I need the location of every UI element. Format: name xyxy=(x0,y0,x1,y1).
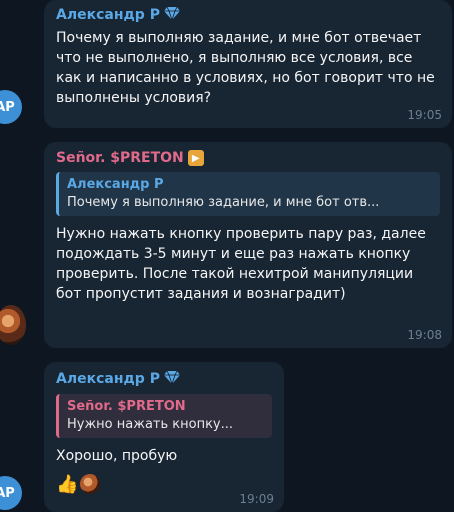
avatar-initials: АР xyxy=(0,99,15,115)
message-bubble[interactable]: Señor. $PRETON ▶ Александр Р Почему я вы… xyxy=(44,142,452,348)
diamond-verified-icon xyxy=(163,370,180,388)
diamond-verified-icon xyxy=(163,6,180,24)
boost-badge-icon: ▶ xyxy=(187,150,204,166)
message-time: 19:05 xyxy=(407,108,442,122)
message-text: Нужно нажать кнопку проверить пару раз, … xyxy=(56,226,426,302)
quote-sender: Александр Р xyxy=(67,177,164,192)
message-bubble[interactable]: Александр Р Почему я выполняю задание, и… xyxy=(44,0,452,128)
quote-text: Нужно нажать кнопку... xyxy=(67,417,234,432)
sender-name[interactable]: Александр Р xyxy=(56,370,272,388)
avatar[interactable]: АР xyxy=(0,90,22,124)
reactor-avatar xyxy=(80,474,101,494)
message-text: Почему я выполняю задание, и мне бот отв… xyxy=(56,30,435,106)
quote-text: Почему я выполняю задание, и мне бот отв… xyxy=(67,195,380,210)
message-time: 19:09 xyxy=(239,492,274,506)
message-text: Хорошо, пробую xyxy=(56,448,178,464)
message-bubble[interactable]: Александр Р Señor. $PRETON Нужно нажать … xyxy=(44,362,284,512)
avatar[interactable]: АР xyxy=(0,476,22,510)
thumbs-up-reaction[interactable]: 👍 xyxy=(56,474,78,495)
reply-quote[interactable]: Señor. $PRETON Нужно нажать кнопку... xyxy=(56,394,272,438)
sender-name[interactable]: Señor. $PRETON ▶ xyxy=(56,150,440,166)
avatar[interactable] xyxy=(0,305,26,345)
quote-sender: Señor. $PRETON xyxy=(67,399,186,414)
sender-name[interactable]: Александр Р xyxy=(56,6,440,24)
reply-quote[interactable]: Александр Р Почему я выполняю задание, и… xyxy=(56,172,440,216)
message-time: 19:08 xyxy=(407,328,442,342)
avatar-initials: АР xyxy=(0,485,15,501)
